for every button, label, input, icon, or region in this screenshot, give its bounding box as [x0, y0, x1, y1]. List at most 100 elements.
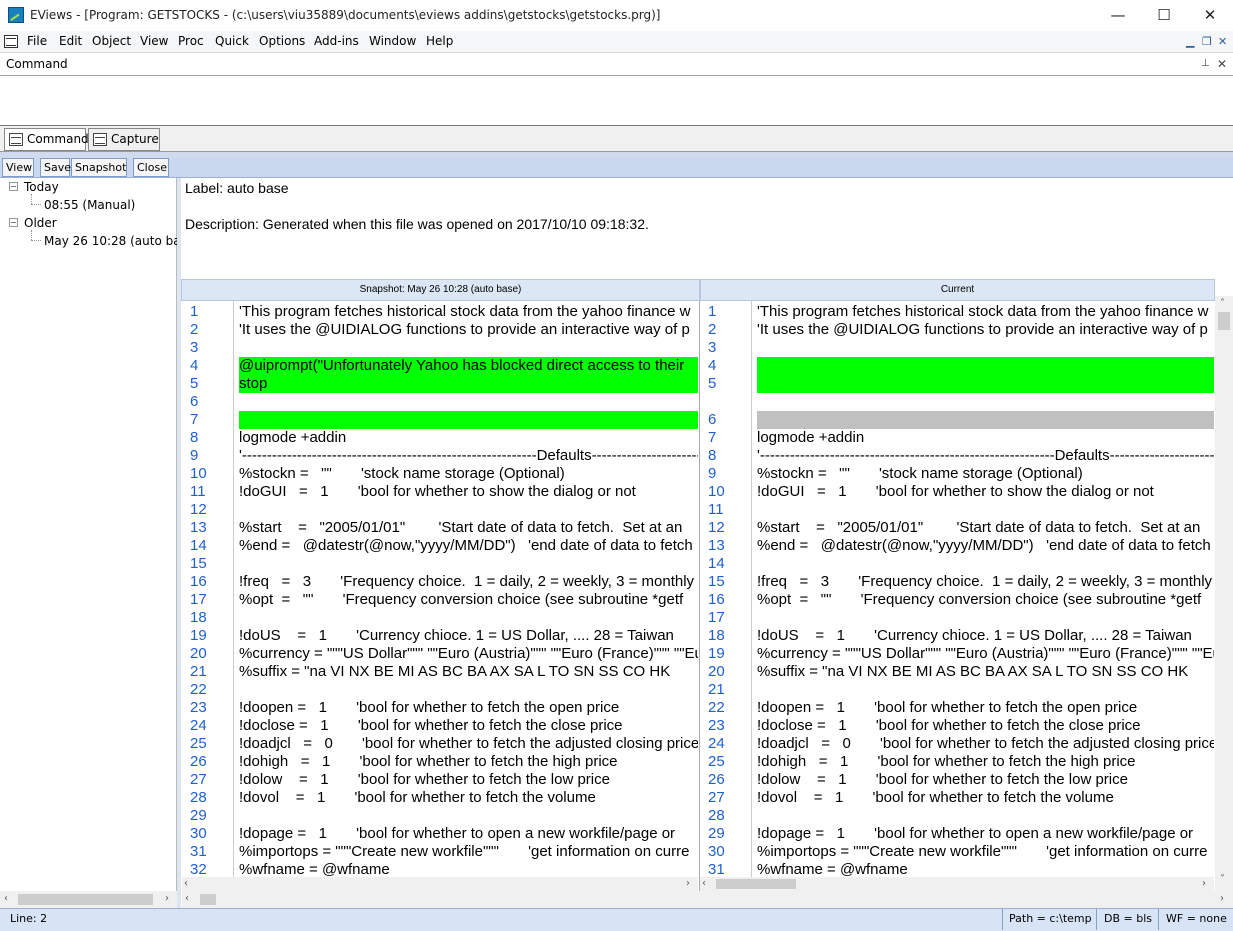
mdi-restore-button[interactable]: ❐: [1202, 35, 1212, 48]
tree-group-older[interactable]: Older: [24, 216, 57, 230]
snapshot-code-pane[interactable]: 1 'This program fetches historical stock …: [182, 301, 698, 877]
code-line[interactable]: 13 %start = "2005/01/01" 'Start date of d…: [182, 519, 698, 537]
code-line[interactable]: 8 '--------------------------------------…: [700, 447, 1214, 465]
code-line[interactable]: 9 %stockn = "" 'stock name storage (Optio…: [700, 465, 1214, 483]
code-line[interactable]: 31 %importops = """Create new workfile"""…: [182, 843, 698, 861]
scroll-left-icon[interactable]: ‹: [702, 878, 706, 889]
code-line[interactable]: 2 'It uses the @UIDIALOG functions to pro…: [700, 321, 1214, 339]
code-line[interactable]: 31 %wfname = @wfname: [700, 861, 1214, 877]
tree-horizontal-scrollbar[interactable]: ‹ ›: [0, 891, 177, 908]
tab-command[interactable]: Command: [4, 128, 89, 151]
code-line[interactable]: 3: [182, 339, 698, 357]
code-line[interactable]: 9 '--------------------------------------…: [182, 447, 698, 465]
code-line[interactable]: 19 %currency = """US Dollar""" ""Euro (Au…: [700, 645, 1214, 663]
menu-window[interactable]: Window: [369, 34, 416, 48]
code-line[interactable]: 4 @uiprompt("Unfortunately Yahoo has bloc…: [182, 357, 698, 375]
bottom-scrollbar-track[interactable]: ‹ ›: [182, 891, 1233, 908]
close-program-button[interactable]: Close: [133, 158, 169, 177]
scroll-right-icon[interactable]: ›: [686, 878, 690, 889]
menu-options[interactable]: Options: [259, 34, 305, 48]
scroll-down-icon[interactable]: ˅: [1220, 874, 1225, 885]
code-line[interactable]: 26 !dolow = 1 'bool for whether to fetch …: [700, 771, 1214, 789]
code-line[interactable]: 7 logmode +addin: [700, 429, 1214, 447]
code-line[interactable]: 17 %opt = "" 'Frequency conversion choice…: [182, 591, 698, 609]
code-line[interactable]: 5 stop: [182, 375, 698, 393]
code-line[interactable]: 13 %end = @datestr(@now,"yyyy/MM/DD") 'en…: [700, 537, 1214, 555]
collapse-older-icon[interactable]: −: [9, 218, 18, 227]
menu-quick[interactable]: Quick: [215, 34, 249, 48]
tree-item-manual[interactable]: 08:55 (Manual): [44, 198, 135, 212]
tree-item-auto-base[interactable]: May 26 10:28 (auto base: [44, 234, 177, 248]
code-line[interactable]: 1 'This program fetches historical stock …: [700, 303, 1214, 321]
scroll-right-icon[interactable]: ›: [1220, 893, 1224, 904]
code-line[interactable]: 5: [700, 375, 1214, 393]
code-line[interactable]: 16 !freq = 3 'Frequency choice. 1 = daily…: [182, 573, 698, 591]
save-button[interactable]: Save: [40, 158, 71, 177]
code-line[interactable]: 6: [182, 393, 698, 411]
code-line[interactable]: 27 !dovol = 1 'bool for whether to fetch …: [700, 789, 1214, 807]
code-line[interactable]: 3: [700, 339, 1214, 357]
tree-group-today[interactable]: Today: [24, 180, 59, 194]
code-line[interactable]: 30 %importops = """Create new workfile"""…: [700, 843, 1214, 861]
menu-object[interactable]: Object: [92, 34, 131, 48]
code-line[interactable]: 11 !doGUI = 1 'bool for whether to show t…: [182, 483, 698, 501]
code-line[interactable]: 25 !dohigh = 1 'bool for whether to fetch…: [700, 753, 1214, 771]
scroll-up-icon[interactable]: ˄: [1220, 298, 1225, 309]
code-line[interactable]: 2 'It uses the @UIDIALOG functions to pro…: [182, 321, 698, 339]
code-line[interactable]: 24 !doclose = 1 'bool for whether to fetc…: [182, 717, 698, 735]
code-line[interactable]: 23 !doopen = 1 'bool for whether to fetch…: [182, 699, 698, 717]
scroll-right-icon[interactable]: ›: [165, 893, 169, 904]
code-line[interactable]: 20 %currency = """US Dollar""" ""Euro (Au…: [182, 645, 698, 663]
code-line[interactable]: 22: [182, 681, 698, 699]
code-line[interactable]: 25 !doadjcl = 0 'bool for whether to fetc…: [182, 735, 698, 753]
command-input-area[interactable]: [0, 76, 1233, 126]
document-menu-icon[interactable]: [4, 35, 18, 48]
menu-addins[interactable]: Add-ins: [314, 34, 359, 48]
code-line[interactable]: [700, 393, 1214, 411]
scroll-right-icon[interactable]: ›: [1202, 878, 1206, 889]
code-line[interactable]: 6: [700, 411, 1214, 429]
scroll-left-icon[interactable]: ‹: [185, 893, 189, 904]
minimize-button[interactable]: —: [1095, 0, 1141, 30]
scroll-thumb[interactable]: [716, 879, 796, 889]
code-line[interactable]: 18 !doUS = 1 'Currency chioce. 1 = US Dol…: [700, 627, 1214, 645]
code-line[interactable]: 22 !doopen = 1 'bool for whether to fetch…: [700, 699, 1214, 717]
code-line[interactable]: 10 %stockn = "" 'stock name storage (Opti…: [182, 465, 698, 483]
code-line[interactable]: 30 !dopage = 1 'bool for whether to open …: [182, 825, 698, 843]
code-line[interactable]: 21 %suffix = "na VI NX BE MI AS BC BA AX …: [182, 663, 698, 681]
scroll-thumb[interactable]: [1218, 312, 1230, 330]
code-line[interactable]: 29: [182, 807, 698, 825]
code-line[interactable]: 14 %end = @datestr(@now,"yyyy/MM/DD") 'en…: [182, 537, 698, 555]
code-line[interactable]: 1 'This program fetches historical stock …: [182, 303, 698, 321]
code-line[interactable]: 21: [700, 681, 1214, 699]
code-line[interactable]: 29 !dopage = 1 'bool for whether to open …: [700, 825, 1214, 843]
mdi-close-button[interactable]: ✕: [1218, 35, 1227, 48]
command-close-button[interactable]: ✕: [1217, 57, 1227, 71]
close-button[interactable]: ✕: [1187, 0, 1233, 30]
menu-proc[interactable]: Proc: [178, 34, 204, 48]
code-line[interactable]: 15 !freq = 3 'Frequency choice. 1 = daily…: [700, 573, 1214, 591]
scroll-thumb[interactable]: [200, 894, 216, 905]
view-button[interactable]: View: [2, 158, 34, 177]
code-line[interactable]: 28: [700, 807, 1214, 825]
snapshot-horizontal-scrollbar[interactable]: ‹ ›: [182, 877, 698, 891]
menu-help[interactable]: Help: [426, 34, 453, 48]
pin-icon[interactable]: ⊥: [1201, 58, 1210, 69]
tab-capture[interactable]: Capture: [88, 128, 160, 151]
code-line[interactable]: 20 %suffix = "na VI NX BE MI AS BC BA AX …: [700, 663, 1214, 681]
code-line[interactable]: 32 %wfname = @wfname: [182, 861, 698, 877]
code-line[interactable]: 10 !doGUI = 1 'bool for whether to show t…: [700, 483, 1214, 501]
code-line[interactable]: 27 !dolow = 1 'bool for whether to fetch …: [182, 771, 698, 789]
scroll-left-icon[interactable]: ‹: [4, 893, 8, 904]
code-line[interactable]: 19 !doUS = 1 'Currency chioce. 1 = US Dol…: [182, 627, 698, 645]
snapshot-button[interactable]: Snapshot: [71, 158, 127, 177]
menu-edit[interactable]: Edit: [59, 34, 82, 48]
code-line[interactable]: 7: [182, 411, 698, 429]
code-line[interactable]: 15: [182, 555, 698, 573]
code-line[interactable]: 28 !dovol = 1 'bool for whether to fetch …: [182, 789, 698, 807]
scroll-left-icon[interactable]: ‹: [184, 878, 188, 889]
code-line[interactable]: 17: [700, 609, 1214, 627]
code-line[interactable]: 8 logmode +addin: [182, 429, 698, 447]
maximize-button[interactable]: ☐: [1141, 0, 1187, 30]
code-line[interactable]: 23 !doclose = 1 'bool for whether to fetc…: [700, 717, 1214, 735]
